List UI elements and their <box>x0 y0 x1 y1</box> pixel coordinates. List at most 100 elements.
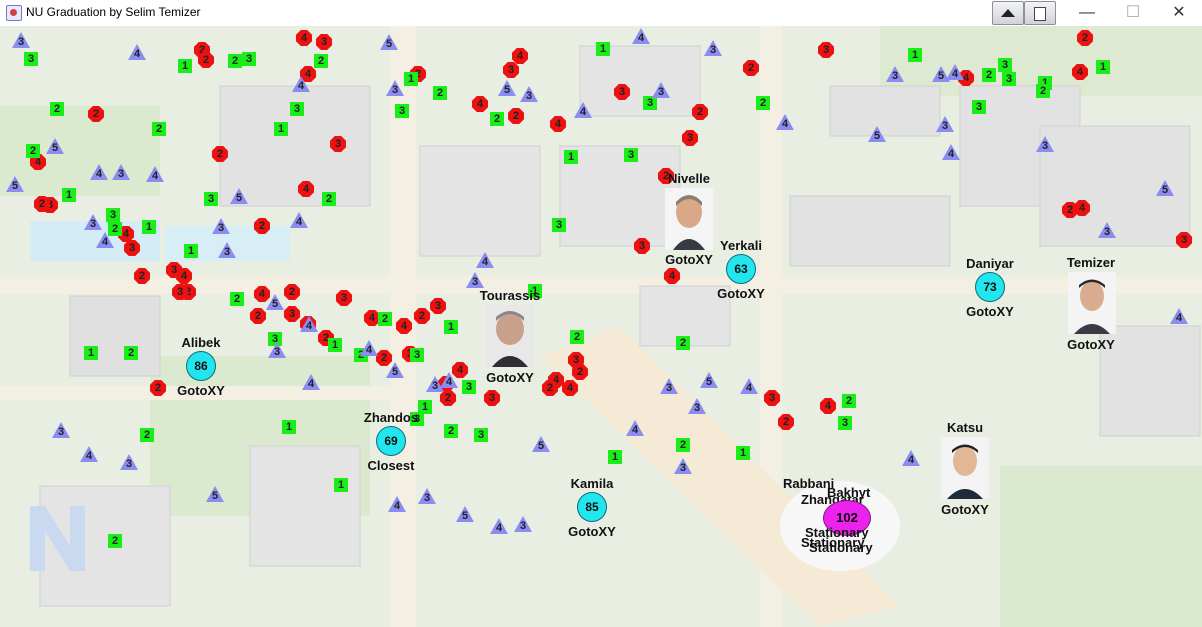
green-square-marker[interactable]: 3 <box>242 52 256 66</box>
green-square-marker[interactable]: 2 <box>433 86 447 100</box>
person-tourassis-photo[interactable] <box>486 305 534 367</box>
red-stop-marker[interactable]: 2 <box>1077 30 1093 46</box>
minimize-button[interactable]: — <box>1064 0 1110 26</box>
person-katsu-photo[interactable] <box>941 437 989 499</box>
red-stop-marker[interactable]: 4 <box>664 268 680 284</box>
green-square-marker[interactable]: 2 <box>378 312 392 326</box>
green-square-marker[interactable]: 2 <box>230 292 244 306</box>
close-button[interactable]: ✕ <box>1156 0 1202 26</box>
green-square-marker[interactable]: 1 <box>84 346 98 360</box>
green-square-marker[interactable]: 3 <box>24 52 38 66</box>
red-stop-marker[interactable]: 2 <box>778 414 794 430</box>
agent-zhandos[interactable]: Zhandos 69 Closest <box>346 410 436 474</box>
green-square-marker[interactable]: 2 <box>50 102 64 116</box>
green-square-marker[interactable]: 2 <box>982 68 996 82</box>
green-square-marker[interactable]: 1 <box>444 320 458 334</box>
red-stop-marker[interactable]: 4 <box>550 116 566 132</box>
green-square-marker[interactable]: 1 <box>142 220 156 234</box>
green-square-marker[interactable]: 1 <box>282 420 296 434</box>
green-square-marker[interactable]: 3 <box>395 104 409 118</box>
pin-icon <box>1034 7 1046 21</box>
green-square-marker[interactable]: 3 <box>552 218 566 232</box>
green-square-marker[interactable]: 1 <box>1096 60 1110 74</box>
green-square-marker[interactable]: 3 <box>204 192 218 206</box>
green-square-marker[interactable]: 3 <box>624 148 638 162</box>
green-square-marker[interactable]: 2 <box>444 424 458 438</box>
green-square-marker[interactable]: 3 <box>1002 72 1016 86</box>
person-name: Temizer <box>1066 255 1116 270</box>
green-square-marker[interactable]: 2 <box>1036 84 1050 98</box>
green-square-marker[interactable]: 1 <box>62 188 76 202</box>
green-square-marker[interactable]: 3 <box>998 58 1012 72</box>
green-square-marker[interactable]: 2 <box>108 534 122 548</box>
green-square-marker[interactable]: 1 <box>596 42 610 56</box>
green-square-marker[interactable]: 2 <box>108 222 122 236</box>
cluster-label-3: Stationary <box>809 540 873 555</box>
green-square-marker[interactable]: 3 <box>268 332 282 346</box>
green-square-marker[interactable]: 2 <box>140 428 154 442</box>
red-stop-marker[interactable]: 2 <box>692 104 708 120</box>
triangle-up-button[interactable] <box>992 1 1024 25</box>
agent-alibek[interactable]: Alibek 86 GotoXY <box>156 335 246 399</box>
green-square-marker[interactable]: 3 <box>106 208 120 222</box>
green-square-marker[interactable]: 1 <box>908 48 922 62</box>
green-square-marker[interactable]: 2 <box>152 122 166 136</box>
green-square-marker[interactable]: 2 <box>322 192 336 206</box>
person-action: GotoXY <box>941 502 989 517</box>
green-square-marker[interactable]: 3 <box>410 348 424 362</box>
green-square-marker[interactable]: 1 <box>564 150 578 164</box>
person-temizer-photo[interactable] <box>1068 272 1116 334</box>
green-square-marker[interactable]: 3 <box>290 102 304 116</box>
green-square-marker[interactable]: 1 <box>736 446 750 460</box>
green-square-marker[interactable]: 1 <box>328 338 342 352</box>
agent-daniyar[interactable]: Daniyar 73 GotoXY <box>945 256 1035 320</box>
person-nivelle-photo[interactable] <box>665 188 713 250</box>
green-square-marker[interactable]: 2 <box>314 54 328 68</box>
green-square-marker[interactable]: 2 <box>490 112 504 126</box>
agent-circle: 69 <box>376 426 406 456</box>
green-square-marker[interactable]: 1 <box>274 122 288 136</box>
agent-kamila[interactable]: Kamila 85 GotoXY <box>547 476 637 540</box>
agent-circle: 73 <box>975 272 1005 302</box>
green-square-marker[interactable]: 2 <box>676 336 690 350</box>
green-square-marker[interactable]: 2 <box>26 144 40 158</box>
red-stop-marker[interactable]: 2 <box>743 60 759 76</box>
pin-button[interactable] <box>1024 1 1056 25</box>
green-square-marker[interactable]: 3 <box>643 96 657 110</box>
green-square-marker[interactable]: 1 <box>334 478 348 492</box>
green-square-marker[interactable]: 3 <box>972 100 986 114</box>
red-stop-marker[interactable]: 2 <box>1062 202 1078 218</box>
red-stop-marker[interactable]: 3 <box>764 390 780 406</box>
agent-action: Closest <box>367 458 415 473</box>
agent-action: GotoXY <box>966 304 1014 319</box>
green-square-marker[interactable]: 2 <box>570 330 584 344</box>
red-stop-marker[interactable]: 3 <box>1176 232 1192 248</box>
green-square-marker[interactable]: 3 <box>474 428 488 442</box>
campus-map[interactable]: 2432423423424234243232432423423423422343… <box>0 26 1202 627</box>
green-square-marker[interactable]: 2 <box>124 346 138 360</box>
green-square-marker[interactable]: 2 <box>228 54 242 68</box>
red-stop-marker[interactable]: 4 <box>512 48 528 64</box>
green-square-marker[interactable]: 2 <box>842 394 856 408</box>
person-action: GotoXY <box>665 252 713 267</box>
green-square-marker[interactable]: 3 <box>838 416 852 430</box>
red-stop-marker[interactable]: 4 <box>820 398 836 414</box>
green-square-marker[interactable]: 1 <box>404 72 418 86</box>
person-action: GotoXY <box>1067 337 1115 352</box>
green-square-marker[interactable]: 2 <box>676 438 690 452</box>
green-square-marker[interactable]: 1 <box>608 450 622 464</box>
red-stop-marker[interactable]: 2 <box>572 364 588 380</box>
green-square-marker[interactable]: 1 <box>178 59 192 73</box>
green-square-marker[interactable]: 2 <box>756 96 770 110</box>
agent-action: GotoXY <box>568 524 616 539</box>
agent-action: GotoXY <box>717 286 765 301</box>
red-stop-marker[interactable]: 4 <box>1072 64 1088 80</box>
red-stop-marker[interactable]: 3 <box>682 130 698 146</box>
java-app-icon <box>6 5 22 21</box>
red-stop-marker[interactable]: 3 <box>614 84 630 100</box>
red-stop-marker[interactable]: 3 <box>818 42 834 58</box>
red-stop-marker[interactable]: 2 <box>88 106 104 122</box>
maximize-button[interactable]: ☐ <box>1110 0 1156 26</box>
green-square-marker[interactable]: 1 <box>184 244 198 258</box>
person-name: Nivelle <box>668 171 710 186</box>
